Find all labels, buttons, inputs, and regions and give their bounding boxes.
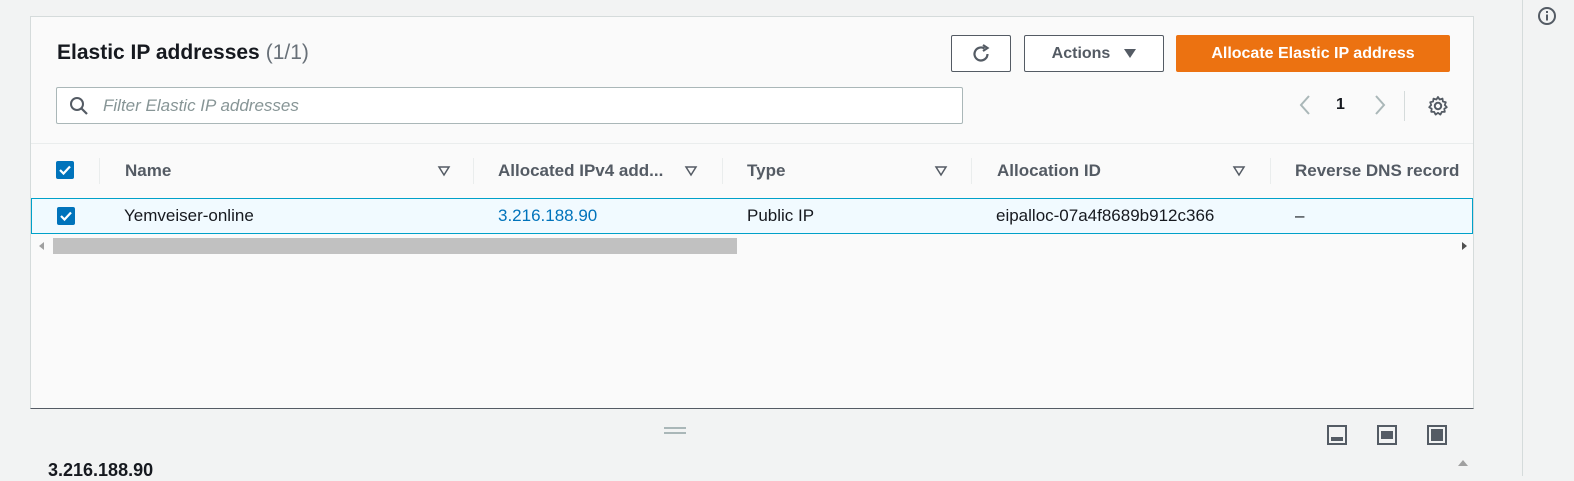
next-page-button[interactable]	[1371, 93, 1389, 117]
column-header-ipv4[interactable]: Allocated IPv4 add...	[498, 144, 663, 198]
split-bottom-button[interactable]	[1326, 424, 1348, 446]
row-checkbox[interactable]	[57, 207, 75, 225]
elastic-ip-table-panel: Elastic IP addresses (1/1) Actions Alloca…	[30, 16, 1474, 409]
cell-type: Public IP	[747, 206, 815, 225]
column-label-type: Type	[747, 161, 786, 180]
cell-name: Yemveiser-online	[124, 206, 254, 225]
panel-full-icon	[1427, 425, 1447, 445]
column-header-name[interactable]: Name	[125, 144, 171, 198]
column-header-allocation-id[interactable]: Allocation ID	[997, 144, 1101, 198]
checkmark-icon	[60, 211, 72, 222]
column-divider	[473, 158, 474, 184]
chevron-right-icon	[1375, 95, 1386, 115]
sort-icon[interactable]	[934, 164, 948, 178]
refresh-button[interactable]	[951, 35, 1011, 72]
scrollbar-thumb[interactable]	[53, 238, 737, 254]
current-page-number[interactable]: 1	[1336, 96, 1345, 114]
actions-label: Actions	[1051, 44, 1111, 62]
table-row[interactable]: Yemveiser-online 3.216.188.90 Public IP …	[31, 198, 1473, 234]
filter-input[interactable]	[101, 94, 925, 117]
table-header-row: Name Allocated IPv4 add... Type Allocati…	[31, 143, 1473, 198]
column-label-reverse-dns: Reverse DNS record	[1295, 161, 1460, 180]
caret-down-icon	[1124, 49, 1137, 58]
panel-bottom-icon	[1327, 425, 1347, 445]
panel-middle-icon	[1377, 425, 1397, 445]
actions-button[interactable]: Actions	[1024, 35, 1164, 72]
column-label-name: Name	[125, 161, 172, 180]
cell-ipv4-link[interactable]: 3.216.188.90	[498, 199, 597, 233]
column-label-ipv4: Allocated IPv4 add...	[498, 161, 664, 180]
column-divider	[99, 158, 100, 184]
sort-icon[interactable]	[684, 164, 698, 178]
refresh-icon	[973, 43, 990, 62]
split-full-button[interactable]	[1426, 424, 1448, 446]
selection-count: (1/1)	[265, 41, 309, 64]
split-panel-resize-handle[interactable]	[664, 427, 686, 436]
column-label-allocation-id: Allocation ID	[997, 161, 1101, 180]
page-title-text: Elastic IP addresses	[57, 41, 260, 64]
details-title: 3.216.188.90	[48, 460, 154, 480]
chevron-left-icon	[1299, 95, 1310, 115]
gear-icon	[1428, 96, 1448, 116]
allocate-label: Allocate Elastic IP address	[1211, 44, 1415, 62]
sort-icon[interactable]	[437, 164, 451, 178]
scroll-up-icon[interactable]	[1458, 460, 1468, 466]
column-header-type[interactable]: Type	[747, 144, 785, 198]
side-panel-divider	[1522, 0, 1523, 476]
scroll-right-icon[interactable]	[1462, 242, 1467, 250]
select-all-checkbox[interactable]	[56, 161, 74, 179]
scroll-left-icon[interactable]	[39, 242, 44, 250]
pagination-divider	[1404, 91, 1405, 121]
column-divider	[971, 158, 972, 184]
cell-reverse-dns: –	[1295, 206, 1305, 225]
horizontal-scrollbar[interactable]	[35, 238, 1471, 254]
table-preferences-button[interactable]	[1427, 95, 1449, 122]
column-divider	[1270, 158, 1271, 184]
allocate-elastic-ip-button[interactable]: Allocate Elastic IP address	[1176, 35, 1450, 72]
cell-allocation-id: eipalloc-07a4f8689b912c366	[996, 206, 1215, 225]
filter-search-box[interactable]	[56, 87, 963, 124]
page-title: Elastic IP addresses (1/1)	[57, 41, 309, 65]
checkmark-icon	[59, 165, 71, 176]
split-side-button[interactable]	[1376, 424, 1398, 446]
previous-page-button[interactable]	[1296, 93, 1314, 117]
sort-icon[interactable]	[1232, 164, 1246, 178]
search-icon	[69, 96, 89, 116]
column-header-reverse-dns[interactable]: Reverse DNS record	[1295, 144, 1459, 198]
column-divider	[722, 158, 723, 184]
info-icon[interactable]	[1537, 6, 1557, 31]
